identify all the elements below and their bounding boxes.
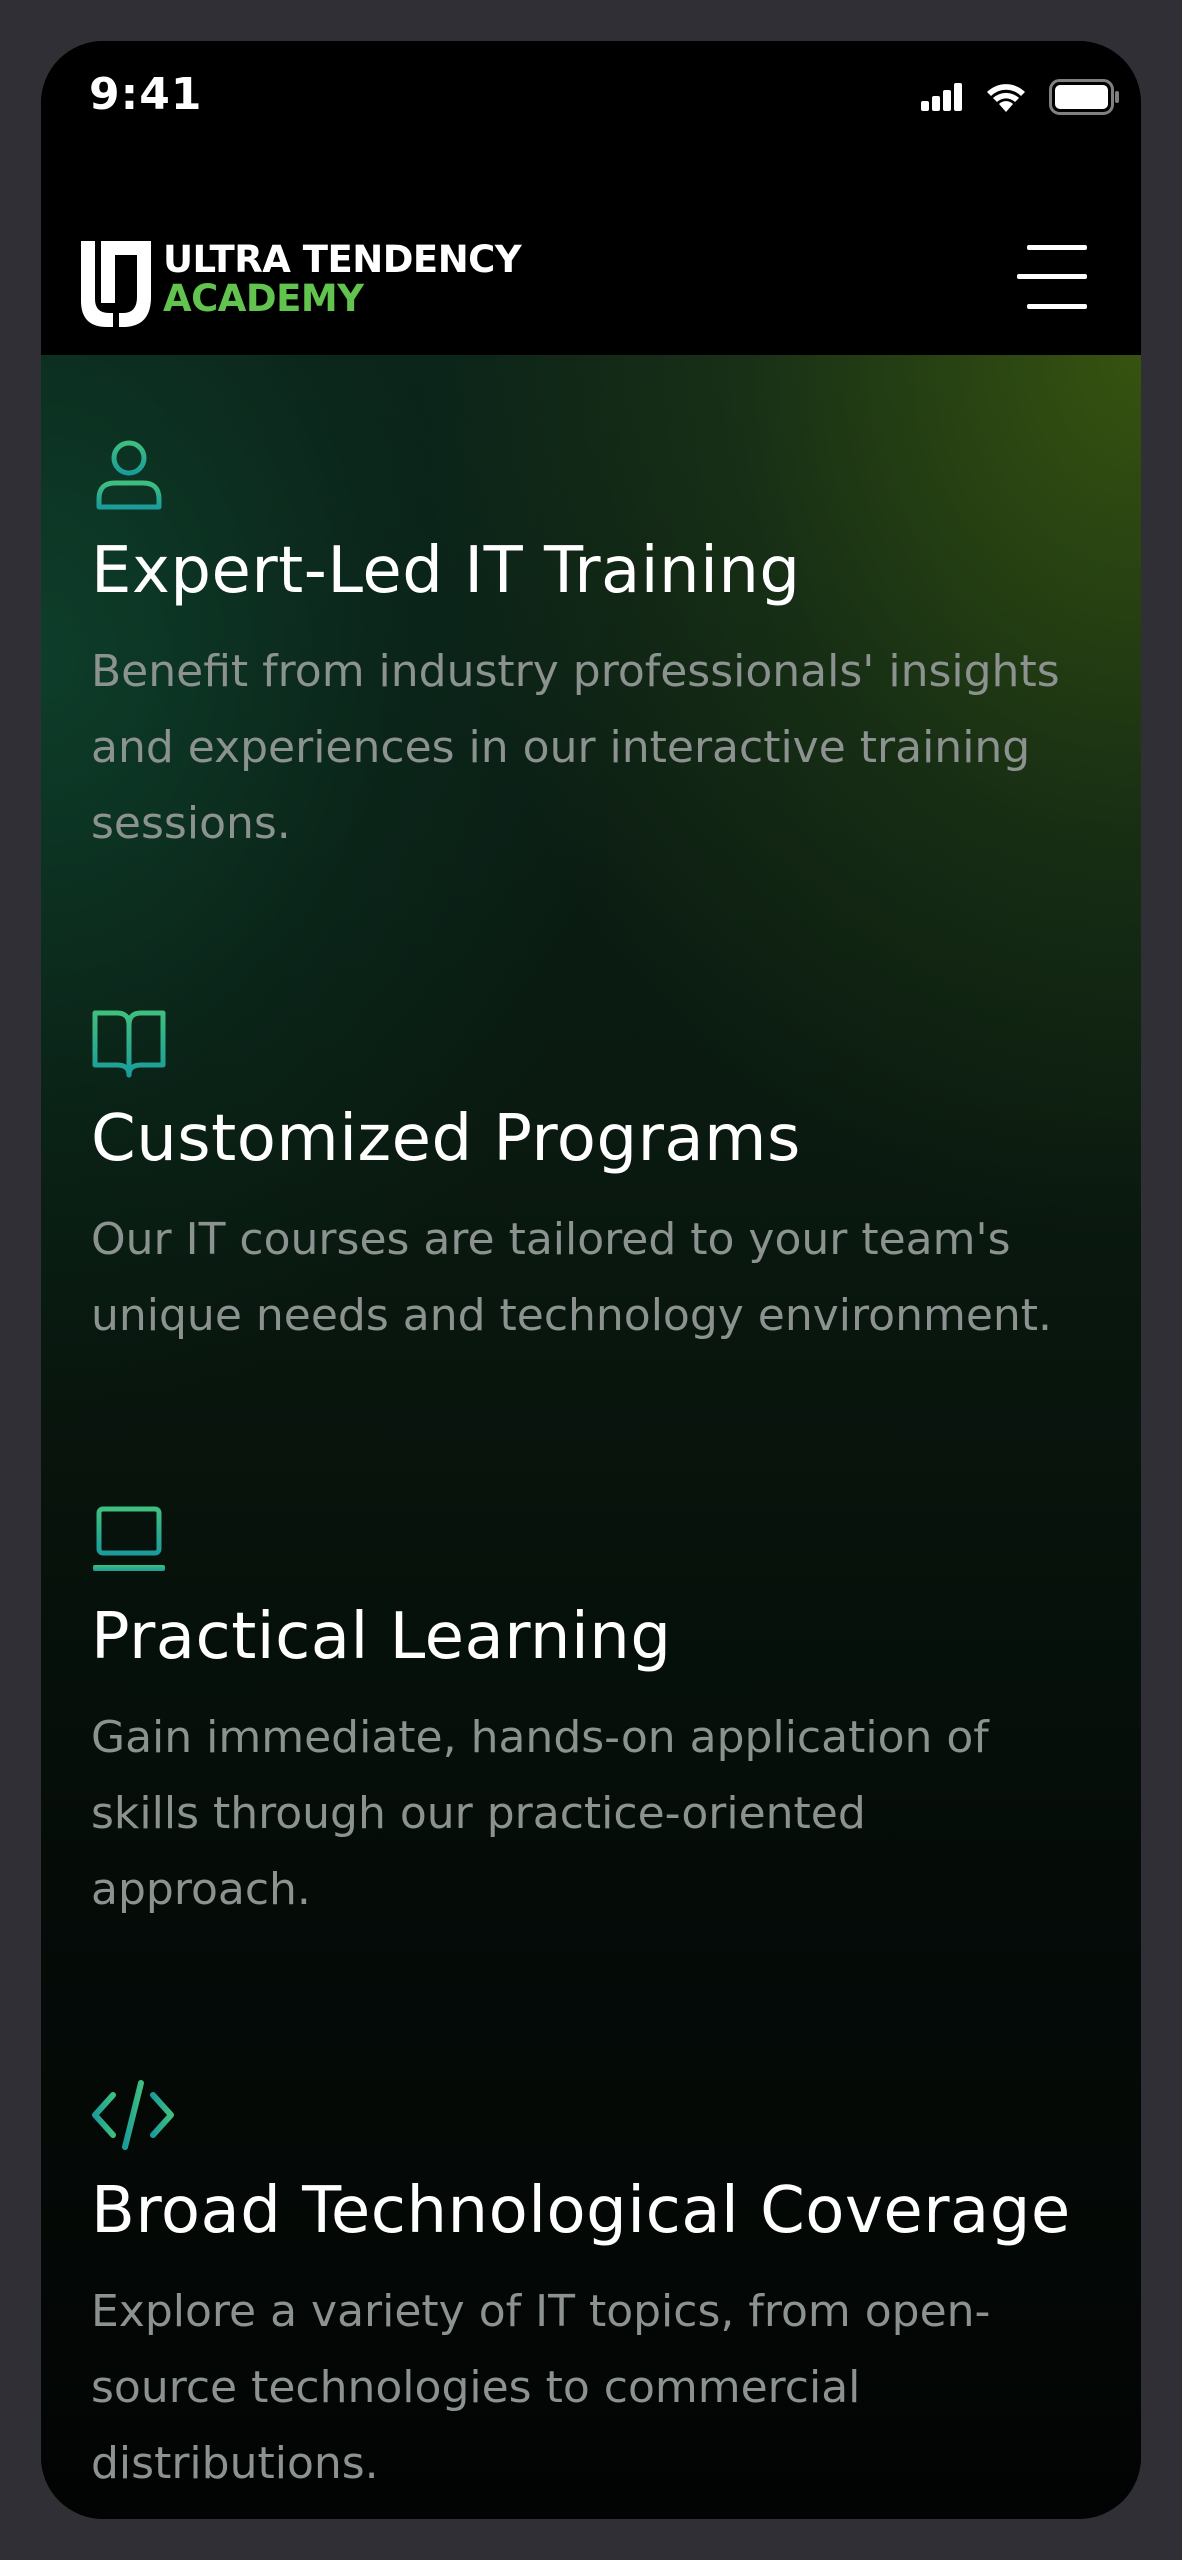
feature-description: Explore a variety of IT topics, from ope… [91, 2274, 1101, 2502]
phone-screen: 9:41 ULTRA TENDENCY ACADEMY Expert-Led I… [41, 41, 1141, 2519]
ultra-tendency-academy-logo[interactable]: ULTRA TENDENCY ACADEMY [81, 238, 522, 327]
status-icons [921, 77, 1121, 117]
features-section: Expert-Led IT Training Benefit from indu… [41, 355, 1141, 2519]
description-line: Explore a variety of IT topics, from ope… [91, 2285, 991, 2337]
laptop-icon [93, 1506, 165, 1571]
feature-title: Broad Technological Coverage [91, 2174, 1071, 2248]
description-line: distributions. [91, 2437, 379, 2489]
logo-line2: ACADEMY [163, 277, 364, 320]
feature-description: Our IT courses are tailored to your team… [91, 1202, 1101, 1354]
feature-customized-programs: Customized Programs Our IT courses are t… [91, 1005, 1101, 1354]
feature-practical-learning: Practical Learning Gain immediate, hands… [91, 1503, 1101, 1928]
hamburger-menu-icon [1017, 245, 1087, 309]
description-line: skills through our practice-oriented [91, 1787, 866, 1839]
user-icon [96, 440, 162, 510]
device-frame: 9:41 ULTRA TENDENCY ACADEMY Expert-Led I… [0, 0, 1182, 2560]
description-line: unique needs and technology environment. [91, 1289, 1053, 1341]
feature-description: Benefit from industry professionals' ins… [91, 634, 1101, 862]
wifi-icon [987, 84, 1025, 112]
feature-description: Gain immediate, hands-on application of … [91, 1700, 1101, 1928]
description-line: and experiences in our interactive train… [91, 721, 1031, 773]
ultra-tendency-logo-icon [81, 241, 151, 327]
cellular-signal-icon [921, 83, 962, 111]
description-line: Our IT courses are tailored to your team… [91, 1213, 1011, 1265]
feature-broad-technological-coverage: Broad Technological Coverage Explore a v… [91, 2077, 1101, 2502]
logo-line1: ULTRA TENDENCY [163, 238, 522, 281]
description-line: sessions. [91, 797, 291, 849]
hamburger-menu-button[interactable] [1017, 245, 1087, 309]
description-line: source technologies to commercial [91, 2361, 861, 2413]
status-time: 9:41 [89, 69, 203, 120]
site-header: ULTRA TENDENCY ACADEMY [41, 161, 1141, 355]
feature-title: Customized Programs [91, 1102, 801, 1176]
logo-text: ULTRA TENDENCY ACADEMY [163, 238, 522, 320]
book-icon [92, 1010, 166, 1078]
feature-expert-led-training: Expert-Led IT Training Benefit from indu… [91, 437, 1101, 862]
code-icon [92, 2080, 174, 2150]
feature-title: Expert-Led IT Training [91, 534, 801, 608]
battery-icon [1049, 79, 1119, 115]
description-line: Gain immediate, hands-on application of [91, 1711, 989, 1763]
description-line: Benefit from industry professionals' ins… [91, 645, 1060, 697]
status-bar: 9:41 [41, 41, 1141, 161]
feature-title: Practical Learning [91, 1600, 672, 1674]
description-line: approach. [91, 1863, 311, 1915]
